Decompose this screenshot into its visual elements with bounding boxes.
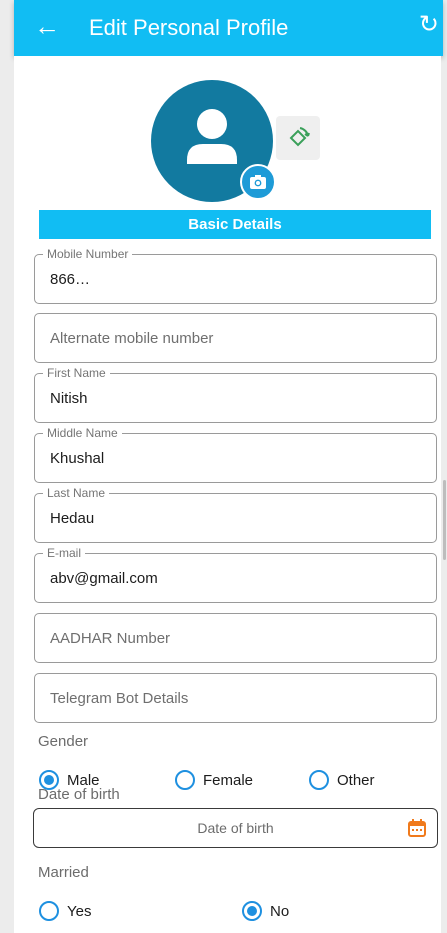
last-name-field[interactable]: Last Name Hedau [34,485,437,543]
married-yes-label: Yes [67,902,92,920]
gender-label: Gender [38,733,89,750]
married-label: Married [38,864,89,881]
gender-other-radio[interactable]: Other [309,768,375,792]
dob-placeholder: Date of birth [197,820,274,836]
first-name-label: First Name [43,365,110,381]
aadhar-number-field[interactable]: AADHAR Number [34,613,437,663]
dob-label: Date of birth [38,786,120,803]
first-name-field[interactable]: First Name Nitish [34,365,437,423]
telegram-bot-placeholder: Telegram Bot Details [50,690,189,707]
rotate-icon [289,127,310,147]
email-value: abv@gmail.com [50,570,158,587]
email-label: E-mail [43,545,86,561]
camera-button[interactable] [240,164,276,200]
alternate-mobile-field[interactable]: Alternate mobile number [34,313,437,363]
refresh-icon[interactable]: ↻ [419,10,439,39]
middle-name-field[interactable]: Middle Name Khushal [34,425,437,483]
middle-name-label: Middle Name [43,425,122,441]
radio-unchecked-icon [175,770,195,790]
first-name-value: Nitish [50,390,88,407]
aadhar-number-placeholder: AADHAR Number [50,630,171,647]
app-bar: ← Edit Personal Profile ↻ [14,0,443,56]
page-title: Edit Personal Profile [89,15,289,40]
scrollbar[interactable] [443,480,446,560]
mobile-number-label: Mobile Number [43,246,133,262]
basic-details-header: Basic Details [39,210,431,239]
radio-unchecked-icon [309,770,329,790]
married-no-label: No [270,902,290,920]
married-yes-radio[interactable]: Yes [39,899,91,923]
telegram-bot-field[interactable]: Telegram Bot Details [34,673,437,723]
calendar-icon[interactable] [407,818,427,838]
mobile-number-value: 866… [50,271,91,288]
married-no-radio[interactable]: No [242,899,289,923]
email-field[interactable]: E-mail abv@gmail.com [34,545,437,603]
last-name-label: Last Name [43,485,110,501]
gender-female-label: Female [203,771,254,789]
back-arrow-icon[interactable]: ← [34,12,60,40]
mobile-number-field[interactable]: Mobile Number 866… [34,246,437,304]
radio-unchecked-icon [39,901,59,921]
gender-female-radio[interactable]: Female [175,768,253,792]
camera-icon [250,175,266,189]
radio-checked-icon [242,901,262,921]
alternate-mobile-placeholder: Alternate mobile number [50,330,214,347]
middle-name-value: Khushal [50,450,105,467]
last-name-value: Hedau [50,510,95,527]
rotate-image-button[interactable] [276,116,320,160]
gender-other-label: Other [337,771,375,789]
dob-picker[interactable]: Date of birth [33,808,438,848]
